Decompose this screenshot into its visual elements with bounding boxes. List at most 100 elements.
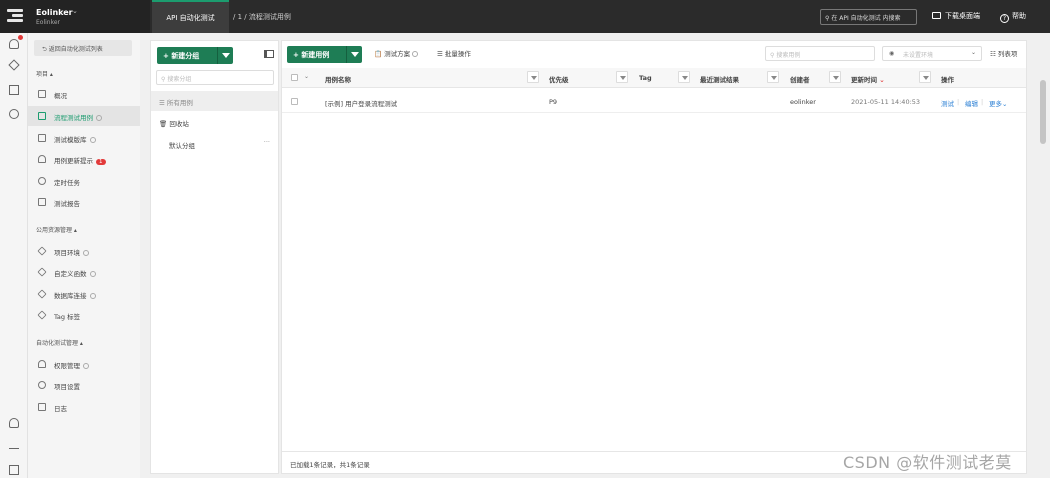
sidebar-toggle-icon[interactable]: [264, 50, 274, 58]
more-dots-icon[interactable]: ···: [264, 138, 270, 146]
group-shared-label: 公用资源管理: [36, 227, 73, 234]
user-icon: [38, 360, 46, 368]
sidebar-item-label: 用例更新提示: [54, 157, 93, 165]
info-icon: [83, 363, 89, 369]
global-search-input[interactable]: ⚲ 在 API 自动化测试 内搜索: [820, 9, 917, 25]
sidebar: ⮌ 返回自动化测试列表 项目 ▴ 概况 流程测试用例 测试模版库 用例更新提示 1…: [28, 33, 140, 478]
group-default-label: 默认分组: [169, 142, 195, 150]
back-label: 返回自动化测试列表: [48, 46, 103, 53]
sidebar-item-overview[interactable]: 概况: [28, 84, 140, 104]
question-icon: ?: [1000, 14, 1009, 23]
help-button[interactable]: ? 帮助: [1000, 11, 1026, 23]
bell-icon[interactable]: [9, 39, 19, 49]
report-icon: [38, 198, 46, 206]
sidebar-item-reports[interactable]: 测试报告: [28, 192, 140, 212]
group-project-toggle[interactable]: 项目 ▴: [36, 69, 53, 78]
page-scrollbar[interactable]: [1040, 80, 1046, 144]
star-icon[interactable]: [8, 59, 20, 71]
sidebar-item-label: 数据库连接: [54, 292, 87, 300]
sidebar-item-environment[interactable]: 项目环境: [28, 241, 140, 261]
eye-icon: ◉: [889, 50, 895, 57]
org-switcher[interactable]: Eolinker ⌄ Eolinker: [0, 0, 150, 33]
divider: |: [981, 98, 984, 106]
case-search-input[interactable]: ⚲ 搜索用例: [765, 46, 875, 61]
keyboard-icon[interactable]: [9, 465, 19, 475]
sidebar-item-settings[interactable]: 项目设置: [28, 375, 140, 395]
sidebar-item-label: 自定义函数: [54, 270, 87, 278]
new-case-button[interactable]: + 新建用例: [287, 46, 362, 63]
sidebar-item-label: 项目设置: [54, 383, 80, 391]
column-header-priority[interactable]: 优先级: [549, 74, 569, 84]
cube-icon: [37, 289, 47, 299]
environment-select[interactable]: ◉ 未设置环境 ⌄: [882, 46, 982, 61]
batch-list-icon: ☰: [437, 50, 445, 58]
filter-icon[interactable]: [616, 71, 628, 83]
group-all-cases[interactable]: ☰ 所有用例: [151, 91, 278, 111]
select-all-checkbox[interactable]: [291, 74, 298, 81]
chevron-down-icon: ⌄: [72, 7, 78, 15]
count-badge: 1: [96, 159, 106, 165]
sidebar-item-functions[interactable]: 自定义函数: [28, 262, 140, 282]
filter-icon[interactable]: [829, 71, 841, 83]
test-link[interactable]: 测试: [941, 98, 954, 108]
filter-icon[interactable]: [919, 71, 931, 83]
info-icon: [89, 271, 96, 277]
sidebar-item-logs[interactable]: 日志: [28, 397, 140, 417]
more-link-label: 更多: [989, 100, 1002, 108]
sidebar-item-database[interactable]: 数据库连接: [28, 284, 140, 304]
overview-icon: [38, 90, 46, 98]
group-project-label: 项目: [36, 71, 49, 78]
case-updated: 2021-05-11 14:40:53: [851, 98, 921, 106]
sidebar-item-flow-cases[interactable]: 流程测试用例: [28, 106, 140, 126]
info-icon: [89, 137, 96, 143]
batch-operation-button[interactable]: ☰ 批量操作: [437, 48, 471, 58]
new-case-dropdown-icon[interactable]: [346, 46, 362, 63]
column-header-name[interactable]: 用例名称: [325, 74, 351, 84]
inbox-icon[interactable]: [9, 85, 19, 95]
group-shared-toggle[interactable]: 公用资源管理 ▴: [36, 225, 77, 234]
column-settings-button[interactable]: ☷ 列表项: [990, 48, 1017, 58]
headset-icon[interactable]: [9, 418, 19, 428]
global-search-placeholder: 在 API 自动化测试 内搜索: [831, 15, 901, 22]
group-search-input[interactable]: ⚲ 搜索分组: [156, 70, 274, 85]
sidebar-item-templates[interactable]: 测试模版库: [28, 128, 140, 148]
row-checkbox[interactable]: [291, 98, 298, 105]
download-label: 下载桌面端: [945, 12, 980, 20]
tab-api-automation[interactable]: API 自动化测试: [152, 0, 229, 33]
column-header-creator[interactable]: 创建者: [790, 74, 810, 84]
new-group-button[interactable]: + 新建分组: [157, 47, 233, 64]
sidebar-item-label: 概况: [54, 92, 67, 100]
filter-icon[interactable]: [527, 71, 539, 83]
sidebar-item-permissions[interactable]: 权限管理: [28, 354, 140, 374]
column-header-updated-label: 更新时间: [851, 76, 877, 84]
sidebar-item-label: 日志: [54, 405, 67, 413]
chevron-down-icon[interactable]: ⌄: [304, 73, 309, 80]
table-row[interactable]: [示例] 用户登录流程测试 P9 eolinker 2021-05-11 14:…: [282, 91, 1026, 113]
group-panel: + 新建分组 ⚲ 搜索分组 ☰ 所有用例 🗑 回收站 默认分组 ···: [150, 40, 279, 474]
case-name[interactable]: [示例] 用户登录流程测试: [325, 98, 397, 108]
collapse-icon[interactable]: [9, 441, 19, 449]
more-link[interactable]: 更多⌄: [989, 98, 1007, 108]
group-admin-toggle[interactable]: 自动化测试管理 ▴: [36, 338, 83, 347]
divider: |: [957, 98, 960, 106]
column-header-result[interactable]: 最近测试结果: [700, 74, 739, 84]
new-group-label: 新建分组: [171, 52, 200, 60]
test-plan-button[interactable]: 📋 测试方案: [374, 48, 419, 58]
edit-link[interactable]: 编辑: [965, 98, 978, 108]
column-header-tag[interactable]: Tag: [639, 74, 652, 82]
filter-icon[interactable]: [767, 71, 779, 83]
group-recycle-bin[interactable]: 🗑 回收站: [151, 112, 278, 132]
filter-icon[interactable]: [678, 71, 690, 83]
gear-icon[interactable]: [9, 109, 19, 119]
column-header-updated[interactable]: 更新时间 ⌄: [851, 74, 885, 84]
sidebar-item-update-tips[interactable]: 用例更新提示 1: [28, 149, 140, 169]
back-to-list-button[interactable]: ⮌ 返回自动化测试列表: [34, 40, 132, 56]
info-icon: [89, 293, 96, 299]
sidebar-item-scheduled[interactable]: 定时任务: [28, 171, 140, 191]
cube-icon: [37, 246, 47, 256]
sidebar-item-label: 权限管理: [54, 362, 80, 370]
new-group-dropdown-icon[interactable]: [217, 47, 233, 64]
download-desktop-button[interactable]: 下载桌面端: [932, 11, 980, 21]
group-default[interactable]: 默认分组 ···: [151, 134, 278, 154]
sidebar-item-tags[interactable]: Tag 标签: [28, 305, 140, 325]
